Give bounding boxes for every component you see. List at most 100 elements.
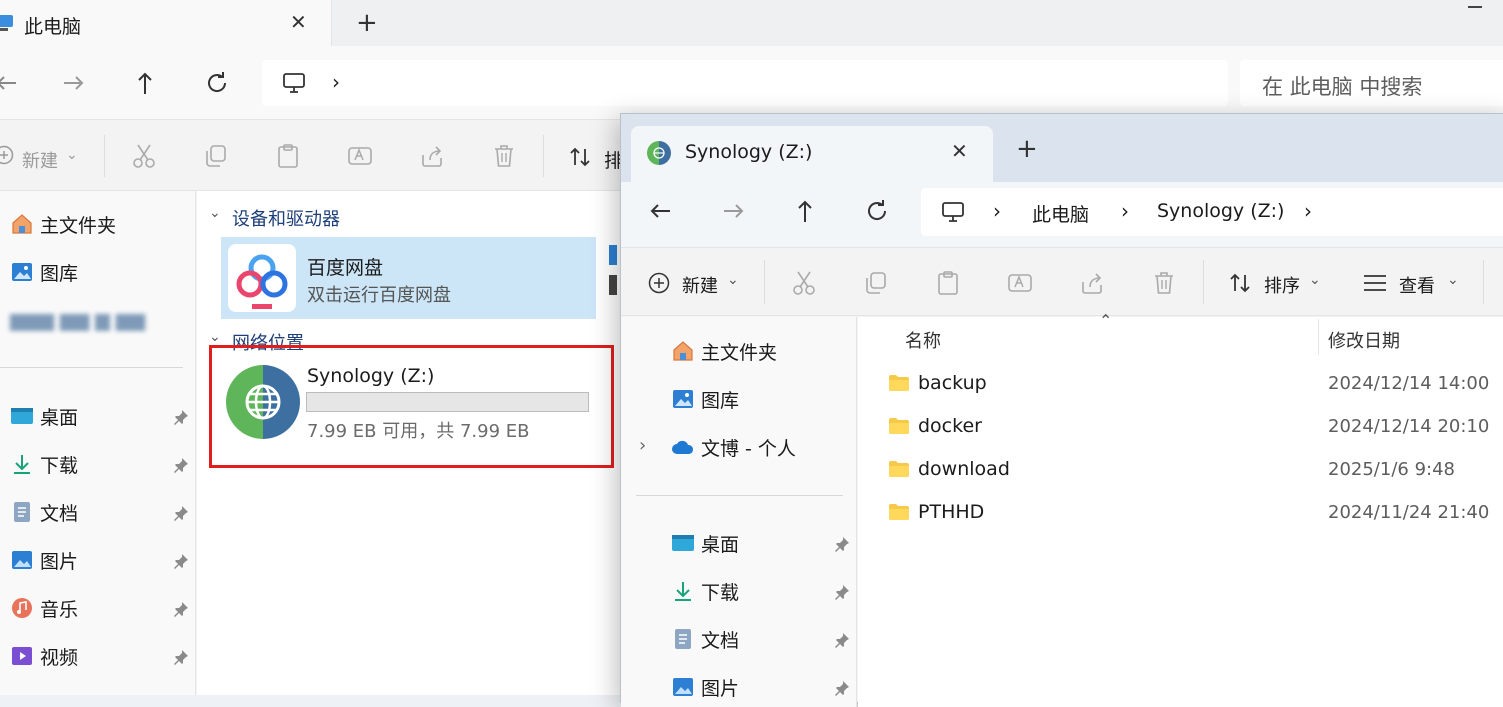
sort-icon[interactable] [1228, 271, 1252, 295]
minimize-icon[interactable] [1468, 6, 1482, 8]
drive-tile-synology[interactable]: Synology (Z:) 7.99 EB 可用，共 7.99 EB [221, 356, 601, 456]
close-tab-button[interactable]: ✕ [290, 10, 307, 34]
new-button[interactable]: 新建 [22, 147, 58, 173]
file-row[interactable]: PTHHD 2024/11/24 21:40 [888, 496, 1503, 528]
sidebar-item-blurred[interactable]: ▆▆▆ ▆▆ ▆ ▆▆ [10, 306, 145, 334]
back-arrow-icon[interactable] [0, 68, 22, 98]
gallery-icon [673, 390, 693, 408]
cut-icon[interactable] [131, 143, 157, 169]
sort-button[interactable]: 排序 [1264, 272, 1300, 298]
pin-icon[interactable] [834, 584, 850, 600]
view-button[interactable]: 查看 [1399, 272, 1435, 298]
search-input[interactable]: 在 此电脑 中搜索 [1240, 60, 1503, 106]
sidebar-item-pictures[interactable]: 图片 [10, 546, 78, 574]
chevron-right-icon[interactable]: › [1304, 199, 1312, 223]
tab-bar: 此电脑 ✕ + [0, 0, 1503, 46]
refresh-icon[interactable] [862, 196, 892, 226]
paste-icon[interactable] [935, 270, 961, 296]
divider [1203, 260, 1204, 304]
pin-icon[interactable] [173, 505, 189, 521]
copy-icon[interactable] [203, 143, 229, 169]
pin-icon[interactable] [834, 536, 850, 552]
sidebar-item-videos[interactable]: 视频 [10, 642, 78, 670]
up-arrow-icon[interactable] [130, 68, 160, 98]
tab-this-pc[interactable]: 此电脑 ✕ [0, 0, 332, 46]
sidebar-item-documents[interactable]: 文档 [10, 498, 78, 526]
drive-tile-baidu[interactable]: 百度网盘 双击运行百度网盘 [221, 237, 596, 319]
navigation-bar: › 在 此电脑 中搜索 [0, 46, 1503, 120]
sidebar-item-documents[interactable]: 文档 [671, 625, 739, 653]
folder-icon [889, 504, 909, 520]
new-tab-button[interactable]: + [356, 8, 378, 38]
section-header-devices[interactable]: 设备和驱动器 [232, 205, 340, 231]
pin-icon[interactable] [173, 457, 189, 473]
divider [1483, 260, 1484, 304]
pin-icon[interactable] [173, 409, 189, 425]
pin-icon[interactable] [173, 649, 189, 665]
sidebar-item-onedrive[interactable]: 文博 - 个人 [671, 433, 796, 461]
expand-chevron-icon[interactable]: › [639, 435, 646, 456]
sidebar-item-home[interactable]: 主文件夹 [10, 210, 116, 238]
view-list-icon[interactable] [1363, 273, 1387, 293]
tab-synology[interactable]: Synology (Z:) ✕ [631, 126, 993, 182]
sidebar-item-downloads[interactable]: 下载 [10, 450, 78, 478]
breadcrumb-synology[interactable]: Synology (Z:) [1157, 200, 1284, 222]
rename-icon[interactable] [347, 143, 373, 169]
copy-icon[interactable] [863, 270, 889, 296]
breadcrumb-this-pc[interactable]: 此电脑 [1032, 200, 1089, 227]
new-plus-icon [0, 145, 14, 165]
file-row[interactable]: docker 2024/12/14 20:10 [888, 410, 1503, 442]
new-tab-button[interactable]: + [1016, 134, 1038, 164]
chevron-right-icon[interactable]: › [993, 199, 1001, 223]
forward-arrow-icon[interactable] [718, 196, 748, 226]
sidebar-item-desktop[interactable]: 桌面 [10, 402, 78, 430]
file-name: download [918, 458, 1010, 480]
network-globe-icon [226, 365, 300, 439]
collapse-chevron-icon[interactable]: ⌄ [209, 329, 221, 345]
delete-icon[interactable] [491, 143, 517, 169]
address-bar[interactable]: › 此电脑 › Synology (Z:) › [921, 188, 1503, 236]
sidebar-item-gallery[interactable]: 图库 [10, 258, 78, 286]
computer-icon [942, 202, 964, 222]
sort-ascending-icon: ⌃ [1099, 311, 1113, 330]
pin-icon[interactable] [834, 632, 850, 648]
folder-icon [889, 461, 909, 477]
chevron-right-icon[interactable]: › [332, 70, 340, 94]
sidebar-item-label: 视频 [40, 646, 79, 669]
refresh-icon[interactable] [202, 68, 232, 98]
forward-arrow-icon[interactable] [58, 68, 88, 98]
pin-icon[interactable] [834, 680, 850, 696]
chevron-right-icon[interactable]: › [1121, 199, 1129, 223]
close-tab-button[interactable]: ✕ [951, 139, 968, 163]
file-row[interactable]: backup 2024/12/14 14:00 [888, 367, 1503, 399]
column-header-name[interactable]: 名称 [905, 327, 941, 353]
sort-icon[interactable] [568, 145, 592, 169]
up-arrow-icon[interactable] [790, 196, 820, 226]
pictures-icon [673, 678, 693, 696]
sidebar-item-pictures[interactable]: 图片 [671, 673, 739, 701]
column-divider[interactable] [1318, 319, 1319, 355]
paste-icon[interactable] [275, 143, 301, 169]
share-icon[interactable] [419, 143, 445, 169]
pin-icon[interactable] [173, 553, 189, 569]
rename-icon[interactable] [1007, 270, 1033, 296]
monitor-icon [0, 15, 13, 31]
file-name: docker [918, 415, 982, 437]
collapse-chevron-icon[interactable]: ⌄ [209, 205, 221, 221]
sidebar-item-label: 图片 [40, 550, 79, 573]
network-globe-icon [647, 141, 671, 165]
cut-icon[interactable] [791, 270, 817, 296]
sidebar-item-downloads[interactable]: 下载 [671, 577, 739, 605]
share-icon[interactable] [1079, 270, 1105, 296]
pin-icon[interactable] [173, 601, 189, 617]
sidebar-item-gallery[interactable]: 图库 [671, 385, 739, 413]
sidebar-item-desktop[interactable]: 桌面 [671, 529, 739, 557]
sidebar-item-home[interactable]: 主文件夹 [671, 337, 777, 365]
sidebar-item-music[interactable]: 音乐 [10, 594, 78, 622]
back-arrow-icon[interactable] [646, 196, 676, 226]
address-bar[interactable]: › [262, 60, 1228, 106]
delete-icon[interactable] [1151, 270, 1177, 296]
column-header-modified[interactable]: 修改日期 [1328, 327, 1400, 353]
new-button[interactable]: 新建 [682, 272, 718, 298]
file-row[interactable]: download 2025/1/6 9:48 [888, 453, 1503, 485]
